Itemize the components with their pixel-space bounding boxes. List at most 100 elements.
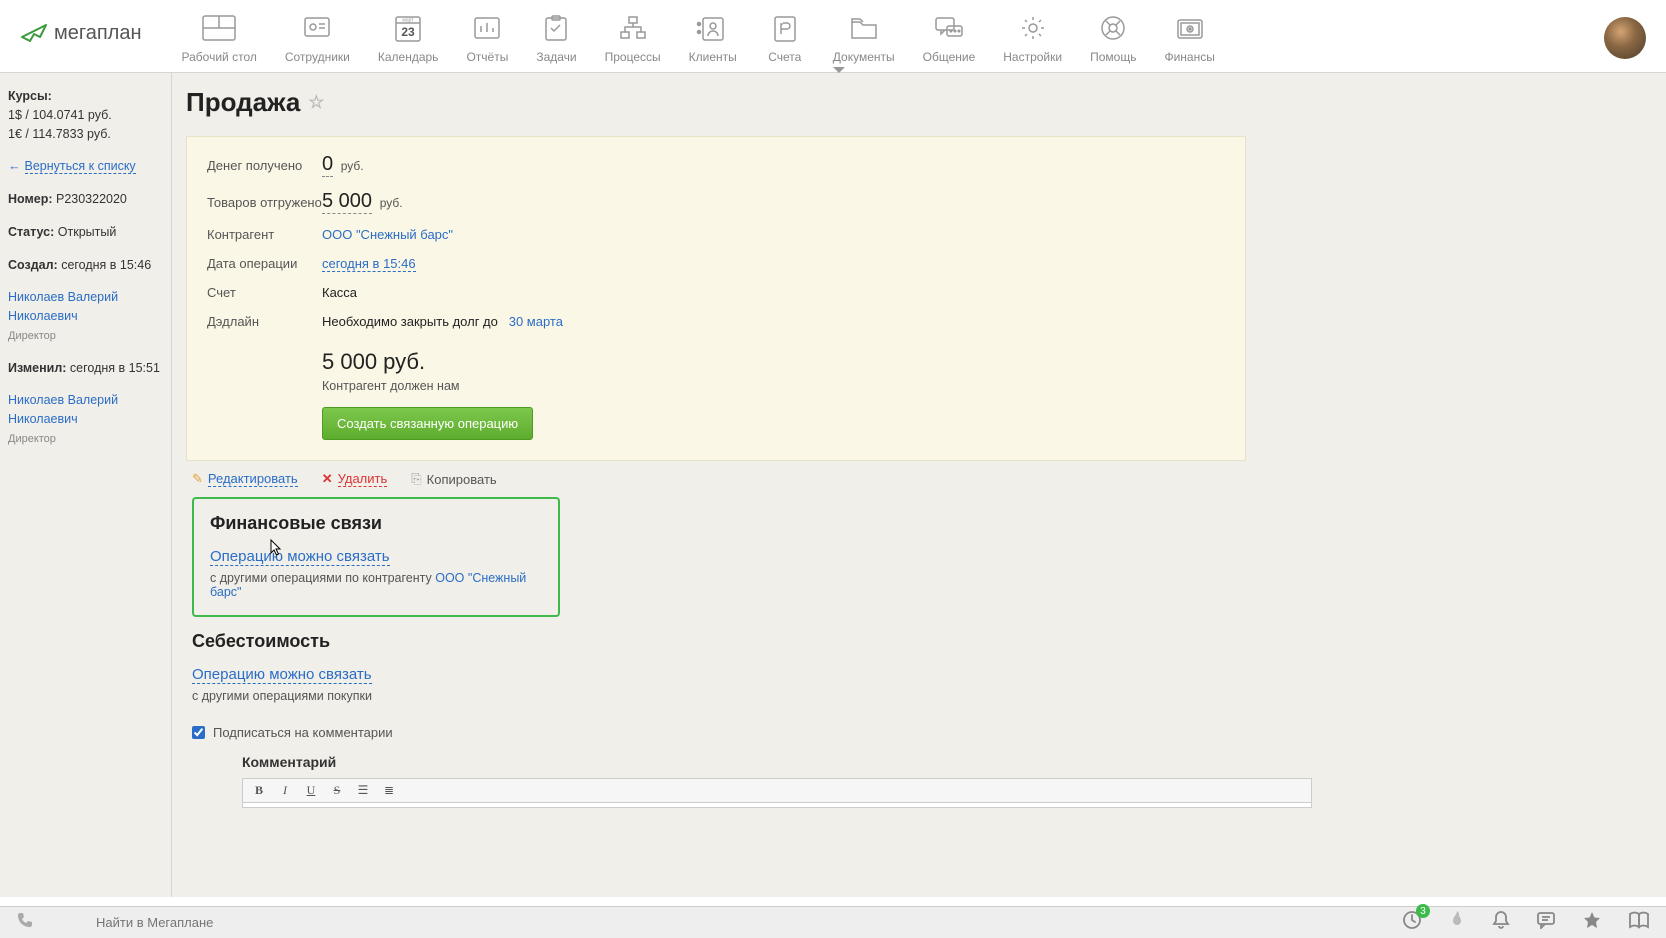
changer-link[interactable]: Николаев Валерий Николаевич	[8, 393, 118, 426]
financial-links-title: Финансовые связи	[210, 513, 540, 534]
tasks-icon	[536, 12, 576, 44]
subscribe-checkbox[interactable]	[192, 726, 205, 739]
status-value: Открытый	[58, 225, 117, 239]
bold-button[interactable]: B	[251, 783, 267, 798]
back-arrow-icon: ←	[8, 159, 21, 173]
shipped-label: Товаров отгружено	[207, 195, 322, 210]
financial-links-action[interactable]: Операцию можно связать	[210, 548, 390, 566]
nav-employees[interactable]: Сотрудники	[285, 12, 350, 64]
underline-button[interactable]: U	[303, 783, 319, 798]
fire-icon[interactable]	[1448, 910, 1466, 935]
nav-tasks[interactable]: Задачи	[536, 12, 576, 64]
alerts-badge: 3	[1416, 904, 1430, 918]
edit-action[interactable]: ✎ Редактировать	[192, 471, 298, 487]
cost-action-link[interactable]: Операцию можно связать	[192, 666, 372, 684]
nav-reports[interactable]: Отчёты	[466, 12, 508, 64]
clients-icon	[693, 12, 733, 44]
nav-desktop[interactable]: Рабочий стол	[182, 12, 257, 64]
main-nav: Рабочий стол Сотрудники март23 Календарь…	[182, 12, 1584, 64]
chat-icon	[929, 12, 969, 44]
created-value: сегодня в 15:46	[61, 258, 151, 272]
nav-finance[interactable]: Финансы	[1164, 12, 1214, 64]
deadline-date[interactable]: 30 марта	[509, 314, 563, 329]
rates-title: Курсы:	[8, 89, 52, 103]
alerts-icon[interactable]: 3	[1402, 910, 1422, 935]
creator-role: Директор	[8, 330, 56, 342]
main-content: Продажа ☆ Денег получено 0 руб. Товаров …	[172, 73, 1666, 897]
financial-links-box: Финансовые связи Операцию можно связать …	[192, 497, 560, 617]
nav-settings[interactable]: Настройки	[1003, 12, 1062, 64]
money-received-value[interactable]: 0	[322, 153, 333, 177]
book-icon[interactable]	[1628, 911, 1650, 934]
desktop-icon	[199, 12, 239, 44]
nav-documents[interactable]: Документы	[833, 12, 895, 64]
settings-icon	[1013, 12, 1053, 44]
shipped-value[interactable]: 5 000	[322, 190, 372, 214]
message-icon[interactable]	[1536, 911, 1556, 934]
account-label: Счет	[207, 285, 322, 300]
deadline-label: Дэдлайн	[207, 314, 322, 329]
copy-action[interactable]: ⎘ Копировать	[411, 471, 496, 487]
account-value: Касса	[322, 285, 357, 300]
subscribe-label: Подписаться на комментарии	[213, 725, 393, 740]
processes-icon	[613, 12, 653, 44]
page-title: Продажа	[186, 87, 300, 118]
comment-textarea[interactable]	[242, 802, 1312, 808]
operation-card: Денег получено 0 руб. Товаров отгружено …	[186, 136, 1246, 461]
op-date-value[interactable]: сегодня в 15:46	[322, 256, 416, 272]
documents-icon	[844, 12, 884, 44]
nav-help[interactable]: Помощь	[1090, 12, 1136, 64]
finance-icon	[1170, 12, 1210, 44]
cost-sub-text: с другими операциями покупки	[192, 689, 1212, 703]
nav-calendar[interactable]: март23 Календарь	[378, 12, 439, 64]
star-icon[interactable]	[1582, 910, 1602, 935]
nav-accounts[interactable]: Счета	[765, 12, 805, 64]
actions-row: ✎ Редактировать ✕ Удалить ⎘ Копировать	[172, 461, 1666, 497]
money-received-label: Денег получено	[207, 158, 322, 173]
favorite-star-icon[interactable]: ☆	[308, 92, 324, 113]
op-date-label: Дата операции	[207, 256, 322, 271]
delete-action[interactable]: ✕ Удалить	[322, 471, 388, 487]
summary-amount: 5 000 руб.	[322, 349, 1225, 375]
rate-usd: 1$ / 104.0741 руб.	[8, 108, 112, 122]
nav-processes[interactable]: Процессы	[605, 12, 661, 64]
ordered-list-button[interactable]: ≣	[381, 783, 397, 798]
number-label: Номер:	[8, 192, 53, 206]
nav-clients[interactable]: Клиенты	[689, 12, 737, 64]
footer-bar: 3	[0, 906, 1666, 938]
brand-text: мегаплан	[54, 22, 142, 45]
global-search-input[interactable]	[96, 915, 476, 930]
help-icon	[1093, 12, 1133, 44]
bell-icon[interactable]	[1492, 910, 1510, 935]
brand-logo[interactable]: мегаплан	[20, 22, 142, 45]
creator-link[interactable]: Николаев Валерий Николаевич	[8, 290, 118, 323]
money-received-currency: руб.	[341, 159, 364, 173]
status-label: Статус:	[8, 225, 54, 239]
delete-icon: ✕	[322, 471, 333, 487]
financial-links-sub-text: с другими операциями по контрагенту	[210, 571, 435, 585]
svg-text:март: март	[403, 18, 415, 24]
deadline-prefix: Необходимо закрыть долг до	[322, 314, 498, 329]
left-sidebar: Курсы: 1$ / 104.0741 руб. 1€ / 114.7833 …	[0, 73, 172, 897]
nav-chat[interactable]: Общение	[923, 12, 976, 64]
calendar-icon: март23	[388, 12, 428, 44]
counterparty-link[interactable]: ООО "Снежный барс"	[322, 227, 453, 242]
back-to-list-link[interactable]: Вернуться к списку	[25, 159, 136, 174]
employees-icon	[297, 12, 337, 44]
rate-eur: 1€ / 114.7833 руб.	[8, 127, 111, 141]
header-expand-caret[interactable]	[833, 67, 845, 73]
changed-value: сегодня в 15:51	[70, 361, 160, 375]
create-linked-operation-button[interactable]: Создать связанную операцию	[322, 407, 533, 440]
created-label: Создал:	[8, 258, 58, 272]
shipped-currency: руб.	[380, 196, 403, 210]
reports-icon	[467, 12, 507, 44]
user-avatar[interactable]	[1604, 17, 1646, 59]
counterparty-label: Контрагент	[207, 227, 322, 242]
comment-title: Комментарий	[242, 754, 1312, 770]
italic-button[interactable]: I	[277, 783, 293, 798]
cost-title: Себестоимость	[192, 631, 1212, 652]
bullet-list-button[interactable]: ☰	[355, 783, 371, 798]
phone-icon[interactable]	[16, 911, 76, 934]
strike-button[interactable]: S	[329, 783, 345, 798]
changer-role: Директор	[8, 433, 56, 445]
